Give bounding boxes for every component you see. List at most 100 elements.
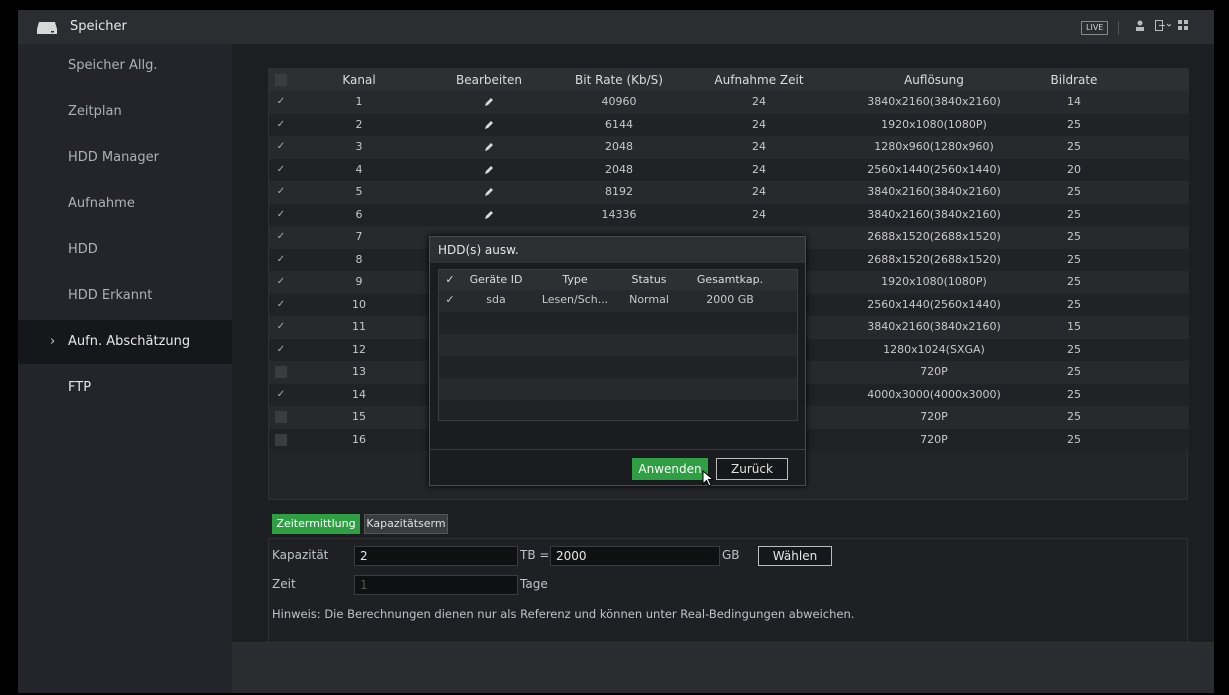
- hint-text: Hinweis: Die Berechnungen dienen nur als…: [272, 607, 855, 621]
- back-button[interactable]: Zurück: [716, 458, 788, 480]
- row-checkbox[interactable]: ✓: [275, 186, 287, 198]
- cell-bildrate: 15: [1067, 320, 1081, 333]
- choose-hdd-button[interactable]: Wählen: [758, 546, 832, 566]
- cell-bildrate: 25: [1067, 297, 1081, 311]
- hdd-empty-row: [439, 356, 797, 378]
- cell-bildrate: 25: [1067, 365, 1081, 378]
- select-all-checkbox[interactable]: [275, 74, 287, 86]
- sidebar-item-hdd[interactable]: HDD: [18, 228, 232, 272]
- table-row[interactable]: ✓ 1 40960 24 3840x2160(3840x2160) 14: [269, 91, 1189, 114]
- cell-kanal: 8: [355, 252, 363, 266]
- cell-aufloesung: 1920x1080(1080P): [881, 275, 987, 288]
- page-title: Speicher: [70, 19, 127, 34]
- row-checkbox[interactable]: ✓: [275, 96, 287, 108]
- hdd-type: Lesen/Sch...: [541, 293, 609, 306]
- sidebar-item-hdd-erkannt[interactable]: HDD Erkannt: [18, 274, 232, 318]
- user-icon[interactable]: [1135, 20, 1145, 34]
- hdd-capacity: 2000 GB: [706, 293, 754, 306]
- grid-menu-icon[interactable]: [1178, 20, 1189, 34]
- edit-pencil-icon[interactable]: [444, 136, 534, 159]
- sidebar-item-label: Speicher Allg.: [68, 58, 158, 73]
- cell-aufloesung: 720P: [920, 365, 948, 378]
- row-checkbox[interactable]: [275, 411, 287, 423]
- edit-pencil-icon[interactable]: [444, 91, 534, 114]
- cell-bildrate: 25: [1067, 342, 1081, 356]
- time-label: Zeit: [272, 577, 296, 591]
- row-checkbox[interactable]: [275, 366, 287, 378]
- sidebar-item-speicher-allg[interactable]: Speicher Allg.: [18, 44, 232, 88]
- cell-bildrate: 25: [1067, 117, 1081, 131]
- cell-aufloesung: 1920x1080(1080P): [881, 117, 987, 131]
- sidebar-item-label: HDD: [68, 242, 98, 257]
- cell-bildrate: 25: [1067, 432, 1081, 446]
- row-checkbox[interactable]: ✓: [275, 209, 287, 221]
- row-checkbox[interactable]: ✓: [275, 276, 287, 288]
- hdd-status: Normal: [629, 293, 669, 306]
- cell-bildrate: 25: [1067, 387, 1081, 401]
- cell-kanal: 7: [355, 230, 363, 243]
- cell-aufnahme-zeit: 24: [752, 185, 766, 198]
- cell-bildrate: 25: [1067, 252, 1081, 266]
- sidebar-item-zeitplan[interactable]: Zeitplan: [18, 90, 232, 134]
- sidebar-item-label: FTP: [68, 380, 92, 395]
- gb-input[interactable]: 2000: [550, 546, 720, 566]
- header-bildrate: Bildrate: [1050, 73, 1098, 87]
- cell-bildrate: 25: [1067, 410, 1081, 423]
- apply-button[interactable]: Anwenden: [632, 458, 708, 480]
- cell-kanal: 10: [352, 297, 366, 311]
- hdd-table: ✓ Geräte ID Type Status Gesamtkap. ✓ sda…: [438, 269, 798, 421]
- row-checkbox[interactable]: ✓: [275, 231, 287, 243]
- row-checkbox[interactable]: ✓: [275, 119, 287, 131]
- cell-aufloesung: 3840x2160(3840x2160): [867, 185, 1001, 198]
- capacity-input[interactable]: 2: [354, 546, 518, 566]
- header-geraete-id: Geräte ID: [469, 273, 523, 286]
- tab-kapazitaetsermittlung[interactable]: Kapazitätserm: [364, 514, 448, 534]
- row-checkbox[interactable]: ✓: [275, 164, 287, 176]
- row-checkbox[interactable]: ✓: [275, 389, 287, 401]
- edit-pencil-icon[interactable]: [444, 181, 534, 204]
- hdd-select-all-checkbox[interactable]: ✓: [439, 270, 461, 290]
- header-type: Type: [562, 273, 588, 286]
- row-checkbox[interactable]: ✓: [275, 141, 287, 153]
- cell-aufloesung: 3840x2160(3840x2160): [867, 95, 1001, 108]
- sidebar-item-aufn-abschaetzung[interactable]: › Aufn. Abschätzung: [18, 320, 232, 364]
- cell-kanal: 15: [352, 410, 366, 423]
- table-row[interactable]: ✓ 6 14336 24 3840x2160(3840x2160) 25: [269, 203, 1189, 227]
- dialog-title: HDD(s) ausw.: [430, 237, 805, 263]
- row-checkbox[interactable]: [275, 433, 287, 446]
- cell-kanal: 4: [355, 162, 363, 176]
- sidebar-item-hdd-manager[interactable]: HDD Manager: [18, 136, 232, 180]
- sidebar-item-aufnahme[interactable]: Aufnahme: [18, 182, 232, 226]
- sidebar-item-ftp[interactable]: FTP: [18, 366, 232, 410]
- edit-pencil-icon[interactable]: [444, 204, 534, 227]
- gb-label: GB: [722, 548, 740, 562]
- logout-icon[interactable]: [1155, 20, 1172, 34]
- edit-pencil-icon[interactable]: [444, 114, 534, 137]
- tab-zeitermittlung[interactable]: Zeitermittlung: [272, 514, 360, 534]
- hdd-row-sda[interactable]: ✓ sda Lesen/Sch... Normal 2000 GB: [439, 290, 797, 312]
- row-checkbox[interactable]: ✓: [275, 299, 287, 311]
- cell-bildrate: 25: [1067, 185, 1081, 198]
- header-bitrate: Bit Rate (Kb/S): [575, 73, 663, 87]
- row-checkbox[interactable]: ✓: [275, 321, 287, 333]
- cell-bitrate: 2048: [605, 140, 633, 153]
- live-button[interactable]: LIVE: [1081, 21, 1109, 35]
- table-row[interactable]: ✓ 3 2048 24 1280x960(1280x960) 25: [269, 136, 1189, 159]
- cell-aufloesung: 1280x960(1280x960): [874, 140, 994, 153]
- cell-aufloesung: 2560x1440(2560x1440): [867, 297, 1001, 311]
- table-row[interactable]: ✓ 4 2048 24 2560x1440(2560x1440) 20: [269, 158, 1189, 182]
- row-checkbox[interactable]: ✓: [275, 344, 287, 356]
- hdd-empty-row: [439, 378, 797, 400]
- hdd-table-header: ✓ Geräte ID Type Status Gesamtkap.: [439, 270, 797, 290]
- hdd-empty-row: [439, 312, 797, 334]
- cell-kanal: 6: [355, 207, 363, 221]
- edit-pencil-icon[interactable]: [444, 159, 534, 182]
- cell-bildrate: 20: [1067, 162, 1081, 176]
- sidebar-item-label: Aufnahme: [68, 196, 135, 211]
- cell-aufnahme-zeit: 24: [752, 117, 766, 131]
- table-row[interactable]: ✓ 2 6144 24 1920x1080(1080P) 25: [269, 113, 1189, 137]
- row-checkbox[interactable]: ✓: [275, 254, 287, 266]
- table-row[interactable]: ✓ 5 8192 24 3840x2160(3840x2160) 25: [269, 181, 1189, 204]
- hdd-row-checkbox[interactable]: ✓: [439, 290, 461, 310]
- hdd-id: sda: [486, 293, 506, 306]
